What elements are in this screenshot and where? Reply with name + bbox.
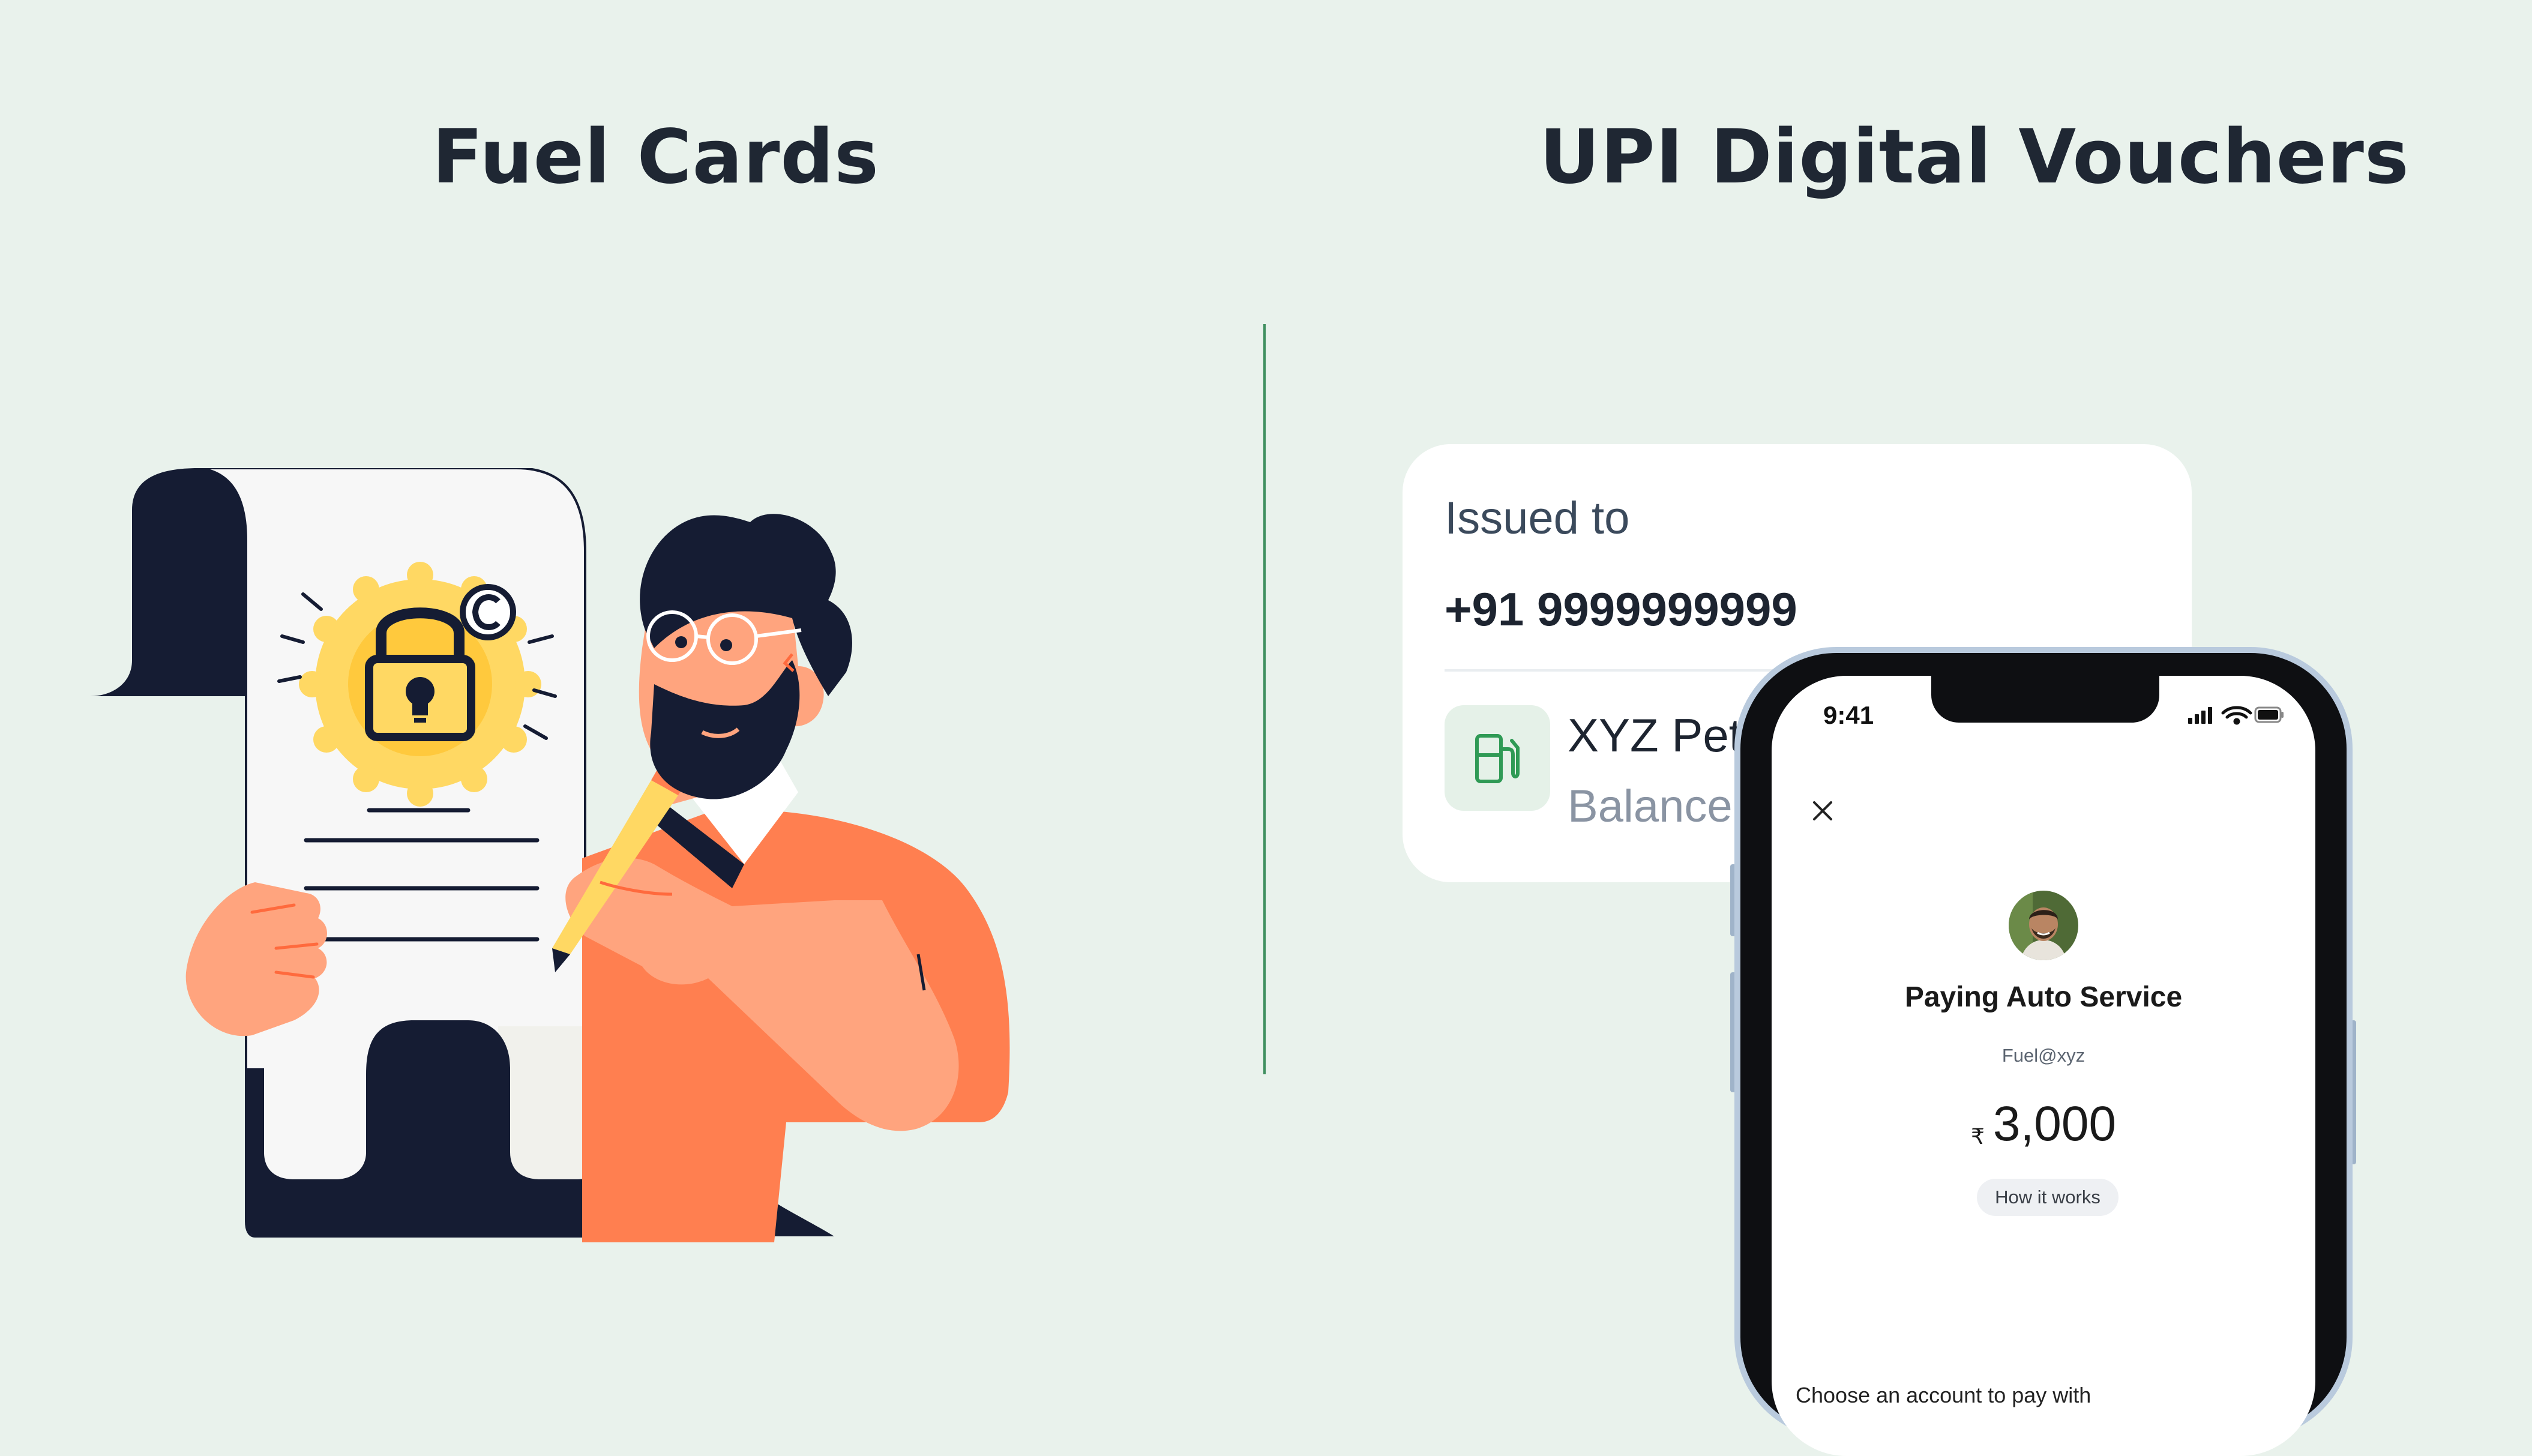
- avatar: [2009, 891, 2078, 960]
- status-icons: [2188, 705, 2284, 728]
- issued-to-label: Issued to: [1445, 493, 1630, 544]
- section-divider: [1263, 324, 1266, 1074]
- how-it-works-button[interactable]: How it works: [1977, 1179, 2119, 1216]
- fuel-card-illustration: [90, 468, 1010, 1242]
- currency-symbol: ₹: [1970, 1124, 1985, 1149]
- amount-value: 3,000: [1992, 1097, 2117, 1151]
- wifi-icon: [2221, 706, 2252, 725]
- payee-title: Paying Auto Service: [1904, 981, 2183, 1013]
- phone-notch: [1931, 676, 2159, 723]
- battery-icon: [2254, 706, 2284, 723]
- fuel-pump-icon: [1445, 705, 1550, 811]
- upi-id: Fuel@xyz: [2001, 1045, 2085, 1066]
- payment-amount: ₹3,000: [1772, 1096, 2315, 1152]
- status-time: 9:41: [1823, 701, 1874, 729]
- close-icon[interactable]: [1805, 793, 1841, 829]
- balance-label: Balance:: [1568, 781, 1745, 832]
- payment-screen: 9:41 Paying Auto Service Fuel@xyz ₹ 3,00…: [1772, 676, 2315, 1456]
- upi-vouchers-heading: UPI Digital Vouchers: [1539, 114, 2410, 200]
- fuel-cards-heading: Fuel Cards: [432, 114, 879, 200]
- choose-account-label: Choose an account to pay with: [1796, 1383, 2091, 1407]
- phone-mockup: 9:41 Paying Auto Service Fuel@xyz ₹ 3,00…: [1734, 647, 2353, 1456]
- issued-phone-number: +91 9999999999: [1445, 583, 1797, 636]
- scroll-curl: [90, 468, 252, 696]
- signal-icon: [2188, 707, 2212, 724]
